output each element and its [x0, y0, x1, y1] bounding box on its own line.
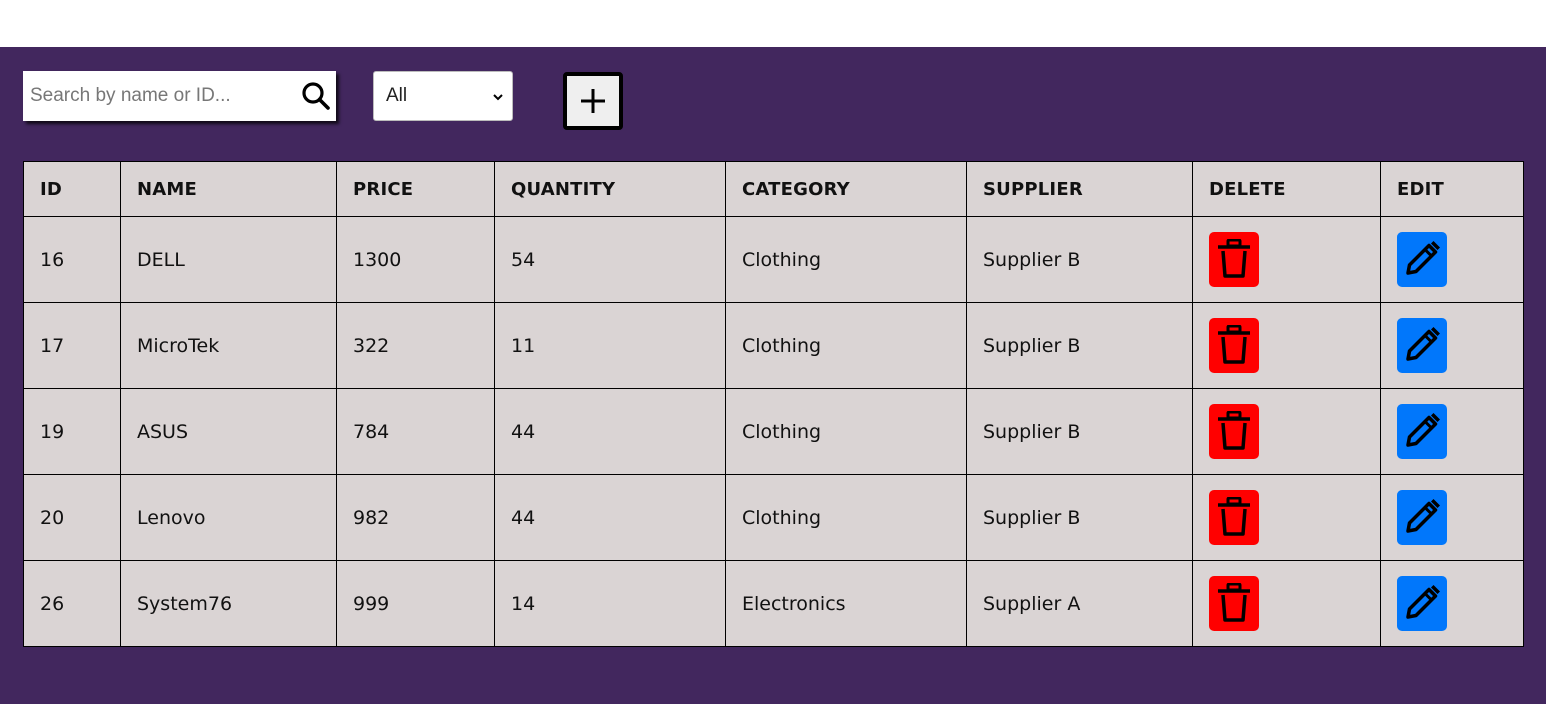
pencil-icon [1406, 585, 1440, 619]
delete-button[interactable] [1209, 576, 1259, 631]
pencil-icon [1406, 241, 1440, 275]
table-row: 26 System76 999 14 Electronics Supplier … [23, 560, 1524, 647]
cell-delete [1192, 388, 1381, 475]
edit-button[interactable] [1397, 576, 1447, 631]
cell-name: System76 [120, 560, 337, 647]
category-select[interactable]: All [373, 71, 513, 121]
cell-edit [1380, 388, 1524, 475]
delete-button[interactable] [1209, 404, 1259, 459]
trash-icon [1218, 411, 1250, 450]
cell-id: 26 [23, 560, 121, 647]
header-quantity: QUANTITY [494, 161, 726, 217]
table-row: 16 DELL 1300 54 Clothing Supplier B [23, 216, 1524, 303]
cell-price: 784 [336, 388, 495, 475]
cell-category: Clothing [725, 474, 967, 561]
pencil-icon [1406, 327, 1440, 361]
cell-category: Electronics [725, 560, 967, 647]
trash-icon [1218, 497, 1250, 536]
chevron-down-icon [493, 94, 503, 101]
products-table: ID NAME PRICE QUANTITY CATEGORY SUPPLIER… [23, 161, 1524, 647]
plus-icon [581, 89, 605, 113]
cell-edit [1380, 216, 1524, 303]
cell-delete [1192, 302, 1381, 389]
cell-id: 19 [23, 388, 121, 475]
cell-quantity: 44 [494, 388, 726, 475]
cell-price: 322 [336, 302, 495, 389]
cell-edit [1380, 474, 1524, 561]
cell-price: 999 [336, 560, 495, 647]
delete-button[interactable] [1209, 318, 1259, 373]
cell-id: 20 [23, 474, 121, 561]
cell-name: MicroTek [120, 302, 337, 389]
cell-delete [1192, 560, 1381, 647]
trash-icon [1218, 325, 1250, 364]
cell-name: Lenovo [120, 474, 337, 561]
add-product-button[interactable] [563, 72, 623, 130]
search-box [23, 71, 336, 121]
category-select-value: All [386, 85, 408, 106]
trash-icon [1218, 583, 1250, 622]
cell-quantity: 14 [494, 560, 726, 647]
cell-quantity: 44 [494, 474, 726, 561]
cell-category: Clothing [725, 302, 967, 389]
cell-edit [1380, 302, 1524, 389]
cell-supplier: Supplier B [966, 474, 1193, 561]
header-supplier: SUPPLIER [966, 161, 1193, 217]
cell-supplier: Supplier A [966, 560, 1193, 647]
table-header-row: ID NAME PRICE QUANTITY CATEGORY SUPPLIER… [23, 161, 1524, 217]
inventory-panel: All ID NAME PRICE QUANTITY [0, 47, 1546, 704]
search-icon[interactable] [300, 80, 332, 112]
edit-button[interactable] [1397, 404, 1447, 459]
cell-edit [1380, 560, 1524, 647]
pencil-icon [1406, 499, 1440, 533]
cell-delete [1192, 216, 1381, 303]
cell-price: 1300 [336, 216, 495, 303]
cell-id: 16 [23, 216, 121, 303]
cell-delete [1192, 474, 1381, 561]
edit-button[interactable] [1397, 318, 1447, 373]
cell-name: ASUS [120, 388, 337, 475]
delete-button[interactable] [1209, 490, 1259, 545]
search-input[interactable] [23, 71, 293, 121]
cell-quantity: 54 [494, 216, 726, 303]
cell-supplier: Supplier B [966, 216, 1193, 303]
header-id: ID [23, 161, 121, 217]
cell-category: Clothing [725, 216, 967, 303]
table-row: 19 ASUS 784 44 Clothing Supplier B [23, 388, 1524, 475]
cell-id: 17 [23, 302, 121, 389]
header-category: CATEGORY [725, 161, 967, 217]
cell-quantity: 11 [494, 302, 726, 389]
delete-button[interactable] [1209, 232, 1259, 287]
cell-category: Clothing [725, 388, 967, 475]
table-row: 17 MicroTek 322 11 Clothing Supplier B [23, 302, 1524, 389]
edit-button[interactable] [1397, 490, 1447, 545]
header-name: NAME [120, 161, 337, 217]
edit-button[interactable] [1397, 232, 1447, 287]
trash-icon [1218, 239, 1250, 278]
header-delete: DELETE [1192, 161, 1381, 217]
table-row: 20 Lenovo 982 44 Clothing Supplier B [23, 474, 1524, 561]
cell-supplier: Supplier B [966, 388, 1193, 475]
header-edit: EDIT [1380, 161, 1524, 217]
header-price: PRICE [336, 161, 495, 217]
cell-name: DELL [120, 216, 337, 303]
cell-price: 982 [336, 474, 495, 561]
cell-supplier: Supplier B [966, 302, 1193, 389]
pencil-icon [1406, 413, 1440, 447]
